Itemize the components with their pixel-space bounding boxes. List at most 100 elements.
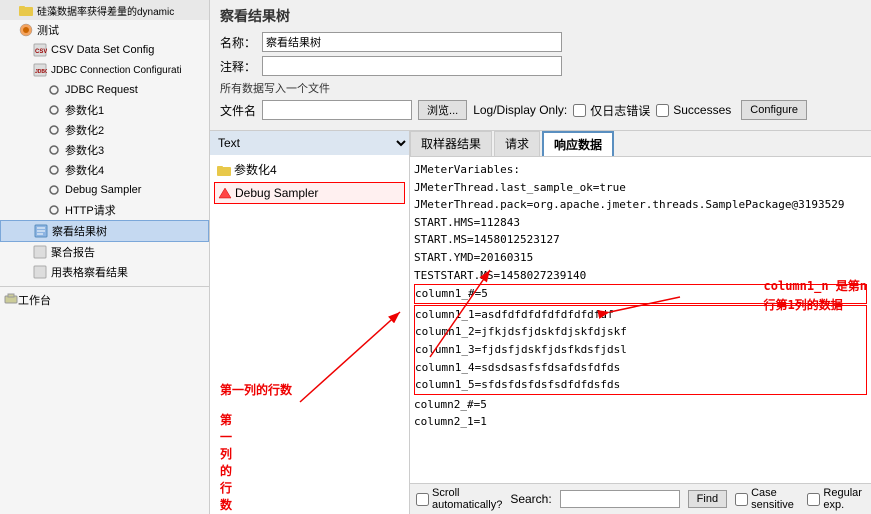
scroll-label: Scroll automatically? xyxy=(432,487,502,511)
content-header: 察看结果树 名称： 注释： 所有数据写入一个文件 文件名 浏览... Log/D… xyxy=(210,0,871,131)
name-label: 名称： xyxy=(220,34,256,51)
error-checkbox-group: 仅日志错误 xyxy=(573,102,650,119)
find-button[interactable]: Find xyxy=(688,490,727,508)
response-line-5: START.YMD=20160315 xyxy=(414,249,867,267)
tree-item-debug[interactable]: Debug Sampler xyxy=(214,182,405,204)
response-line-9: column1_2=jfkjdsfjdskfdjskfdjskf xyxy=(415,323,866,341)
tab-request[interactable]: 请求 xyxy=(494,131,540,156)
aggregate-icon xyxy=(32,244,48,260)
tab-sampler-result[interactable]: 取样器结果 xyxy=(410,131,492,156)
tab-response-data[interactable]: 响应数据 xyxy=(542,131,614,156)
response-line-0: JMeterVariables: xyxy=(414,161,867,179)
sidebar-label-param2: 参数化2 xyxy=(65,122,104,138)
error-label: 仅日志错误 xyxy=(590,102,650,119)
response-line-10: column1_3=fjdsfjdskfjdsfkdsfjdsl xyxy=(415,341,866,359)
sidebar-label-param1: 参数化1 xyxy=(65,102,104,118)
sidebar-item-debug[interactable]: Debug Sampler xyxy=(0,180,209,200)
debug-triangle-icon xyxy=(217,185,233,201)
sidebar-item-jdbc-config[interactable]: JDBC JDBC Connection Configurati xyxy=(0,60,209,80)
file-label: 文件名 xyxy=(220,102,256,119)
file-row: 文件名 浏览... Log/Display Only: 仅日志错误 Succes… xyxy=(220,100,861,120)
sidebar-item-view-results[interactable]: 察看结果树 xyxy=(0,220,209,242)
content-body: Text 参数化4 Debug Sampler xyxy=(210,131,871,514)
csv-icon: CSV xyxy=(32,42,48,58)
circle-icon-param2 xyxy=(46,122,62,138)
sidebar-item-workbench[interactable]: 工作台 xyxy=(0,286,209,310)
circle-icon-debug xyxy=(46,182,62,198)
sidebar-item-table-results[interactable]: 用表格察看结果 xyxy=(0,262,209,282)
tree-label-debug: Debug Sampler xyxy=(235,186,318,200)
sidebar-item-aggregate[interactable]: 聚合报告 xyxy=(0,242,209,262)
right-panel: 取样器结果 请求 响应数据 JMeterVariables: JMeterThr… xyxy=(410,131,871,514)
svg-text:JDBC: JDBC xyxy=(35,69,47,75)
sidebar-label-dynamic: 硅藻数据率获得差量的dynamic xyxy=(37,3,174,18)
configure-button[interactable]: Configure xyxy=(741,100,807,120)
table-icon xyxy=(32,264,48,280)
sidebar-label-param4: 参数化4 xyxy=(65,162,104,178)
sidebar-label-test: 测试 xyxy=(37,22,59,38)
case-sensitive-group: Case sensitive xyxy=(735,487,799,511)
file-input[interactable] xyxy=(262,100,412,120)
successes-checkbox[interactable] xyxy=(656,104,669,117)
response-line-1: JMeterThread.last_sample_ok=true xyxy=(414,179,867,197)
sidebar-item-csv[interactable]: CSV CSV Data Set Config xyxy=(0,40,209,60)
scroll-checkbox[interactable] xyxy=(416,493,429,506)
name-input[interactable] xyxy=(262,32,562,52)
tabs-bar: 取样器结果 请求 响应数据 xyxy=(410,131,871,157)
sidebar-item-param4[interactable]: 参数化4 xyxy=(0,160,209,180)
response-line-13: column2_#=5 xyxy=(414,396,867,414)
sidebar-item-dynamic[interactable]: 硅藻数据率获得差量的dynamic xyxy=(0,0,209,20)
panel-tree: 参数化4 Debug Sampler xyxy=(210,155,409,514)
regex-group: Regular exp. xyxy=(807,487,865,511)
annotation-col-n: column1_n 是第n 行第1列的数据 xyxy=(764,277,867,315)
sidebar-label-aggregate: 聚合报告 xyxy=(51,244,95,260)
response-line-12: column1_5=sfdsfdsfdsfsdfdfdsfds xyxy=(415,376,866,394)
left-panel: Text 参数化4 Debug Sampler xyxy=(210,131,410,514)
tree-item-param4[interactable]: 参数化4 xyxy=(214,159,405,180)
log-display-label: Log/Display Only: xyxy=(473,103,567,117)
sidebar-label-table-results: 用表格察看结果 xyxy=(51,264,128,280)
error-checkbox[interactable] xyxy=(573,104,586,117)
sidebar-item-param3[interactable]: 参数化3 xyxy=(0,140,209,160)
sidebar-item-http[interactable]: HTTP请求 xyxy=(0,200,209,220)
sidebar-label-jdbc-req: JDBC Request xyxy=(65,84,138,96)
response-line-3: START.HMS=112843 xyxy=(414,214,867,232)
regex-checkbox[interactable] xyxy=(807,493,820,506)
jdbc-icon: JDBC xyxy=(32,62,48,78)
panel-header: Text xyxy=(210,131,409,155)
search-label: Search: xyxy=(510,492,551,506)
sidebar-label-workbench: 工作台 xyxy=(18,292,51,308)
name-row: 名称： xyxy=(220,32,861,52)
workbench-icon xyxy=(4,291,18,308)
column1-block: column1_1=asdfdfdfdfdfdfdfdfdf column1_2… xyxy=(414,305,867,395)
case-sensitive-checkbox[interactable] xyxy=(735,493,748,506)
sidebar-item-param2[interactable]: 参数化2 xyxy=(0,120,209,140)
scroll-checkbox-group: Scroll automatically? xyxy=(416,487,502,511)
page-title: 察看结果树 xyxy=(220,6,861,26)
content-area: 察看结果树 名称： 注释： 所有数据写入一个文件 文件名 浏览... Log/D… xyxy=(210,0,871,514)
comment-input[interactable] xyxy=(262,56,562,76)
response-line-14: column2_1=1 xyxy=(414,413,867,431)
search-input[interactable] xyxy=(560,490,680,508)
response-line-2: JMeterThread.pack=org.apache.jmeter.thre… xyxy=(414,196,867,214)
results-icon xyxy=(33,223,49,239)
response-content[interactable]: JMeterVariables: JMeterThread.last_sampl… xyxy=(410,157,871,483)
sidebar-item-jdbc-req[interactable]: JDBC Request xyxy=(0,80,209,100)
param4-folder-icon xyxy=(216,162,232,178)
circle-icon-param1 xyxy=(46,102,62,118)
sidebar-item-param1[interactable]: 参数化1 xyxy=(0,100,209,120)
tree-label-param4: 参数化4 xyxy=(234,161,277,178)
sidebar-item-test[interactable]: 测试 xyxy=(0,20,209,40)
response-line-11: column1_4=sdsdsasfsfdsafdsfdfds xyxy=(415,359,866,377)
comment-label: 注释： xyxy=(220,58,256,75)
case-sensitive-label: Case sensitive xyxy=(751,487,799,511)
regex-label: Regular exp. xyxy=(823,487,865,511)
browse-button[interactable]: 浏览... xyxy=(418,100,467,120)
text-dropdown[interactable]: Text xyxy=(210,131,409,155)
circle-icon-jdbc-req xyxy=(46,82,62,98)
sidebar-label-http: HTTP请求 xyxy=(65,202,116,218)
sidebar-label-view-results: 察看结果树 xyxy=(52,223,107,239)
svg-text:CSV: CSV xyxy=(35,49,47,55)
sidebar-label-param3: 参数化3 xyxy=(65,142,104,158)
successes-checkbox-group: Successes xyxy=(656,103,731,117)
